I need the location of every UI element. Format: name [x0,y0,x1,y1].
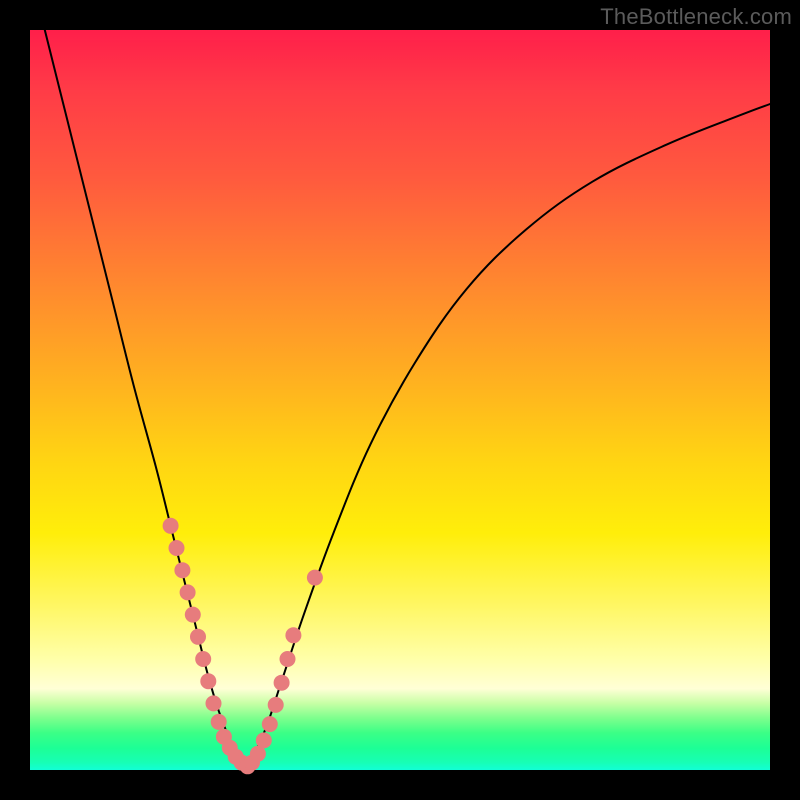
data-marker [169,540,185,556]
bottleneck-curve [45,30,770,770]
data-marker [174,562,190,578]
data-marker [262,716,278,732]
data-marker [274,675,290,691]
curve-svg [30,30,770,770]
data-marker [195,651,211,667]
data-marker [285,627,301,643]
data-marker [206,695,222,711]
data-marker [163,518,179,534]
watermark-text: TheBottleneck.com [600,4,792,30]
data-marker [190,629,206,645]
data-marker [185,607,201,623]
plot-area [30,30,770,770]
chart-frame: TheBottleneck.com [0,0,800,800]
data-marker [307,570,323,586]
data-marker [268,697,284,713]
data-marker [211,714,227,730]
data-marker [180,584,196,600]
data-marker [200,673,216,689]
data-marker [280,651,296,667]
marker-group [163,518,323,775]
data-marker [256,732,272,748]
